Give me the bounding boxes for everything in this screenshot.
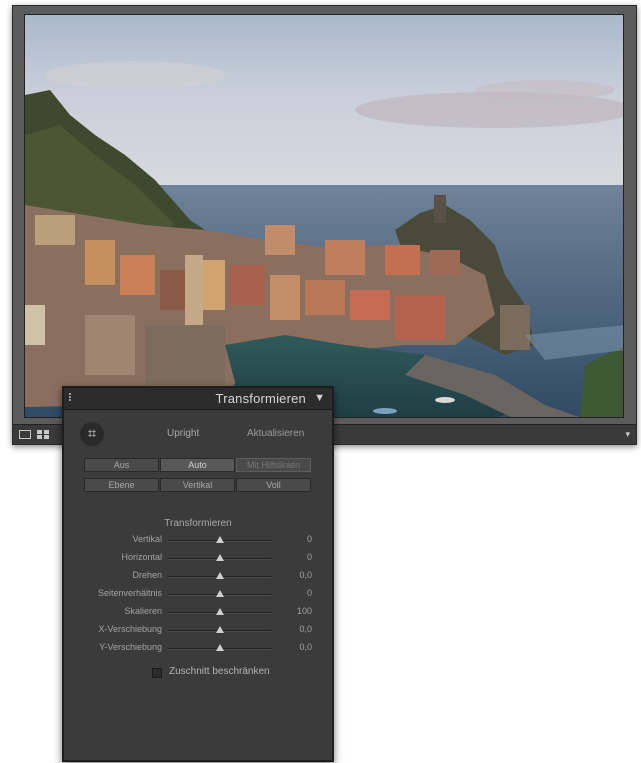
upright-full-button[interactable]: Voll [236,478,311,492]
slider-value[interactable]: 0,0 [299,624,312,634]
slider-thumb[interactable] [215,536,224,543]
slider-value[interactable]: 100 [297,606,312,616]
slider-row: Y-Verschiebung 0,0 [64,642,332,656]
slider-track[interactable] [168,608,271,615]
constrain-crop-checkbox[interactable] [152,668,162,678]
slider-row: X-Verschiebung 0,0 [64,624,332,638]
slider-track[interactable] [168,590,271,597]
upright-guided-tool-icon[interactable]: ⌗ [80,422,104,446]
panel-header[interactable]: Transformieren ▼ [64,388,332,410]
constrain-crop-label: Zuschnitt beschränken [169,666,270,677]
slider-thumb[interactable] [215,608,224,615]
upright-guided-button[interactable]: Mit Hilfslinien [236,458,311,472]
loupe-view-icon[interactable] [19,430,31,439]
slider-value[interactable]: 0,0 [299,570,312,580]
panel-grip-icon[interactable] [69,393,74,401]
slider-label: X-Verschiebung [98,624,162,634]
slider-thumb[interactable] [215,554,224,561]
slider-label: Vertikal [132,534,162,544]
slider-row: Seitenverhältnis 0 [64,588,332,602]
slider-label: Y-Verschiebung [99,642,162,652]
transform-section-title: Transformieren [164,518,232,529]
grid-view-icon[interactable] [37,430,49,439]
slider-row: Skalieren 100 [64,606,332,620]
slider-row: Drehen 0,0 [64,570,332,584]
upright-auto-button[interactable]: Auto [160,458,235,472]
toolbar-menu-icon[interactable]: ▾ [625,429,630,440]
panel-title: Transformieren [215,391,306,406]
upright-vertical-button[interactable]: Vertikal [160,478,235,492]
transform-panel: Transformieren ▼ ⌗ Upright Aktualisieren… [62,386,334,762]
slider-label: Drehen [132,570,162,580]
slider-track[interactable] [168,554,271,561]
collapse-triangle-icon[interactable]: ▼ [314,392,325,404]
slider-track[interactable] [168,572,271,579]
slider-label: Seitenverhältnis [97,588,162,598]
slider-label: Skalieren [124,606,162,616]
upright-label: Upright [167,428,200,439]
slider-label: Horizontal [121,552,162,562]
slider-value[interactable]: 0 [307,534,312,544]
slider-value[interactable]: 0,0 [299,642,312,652]
photo-preview[interactable] [24,14,624,418]
slider-thumb[interactable] [215,572,224,579]
slider-row: Horizontal 0 [64,552,332,566]
slider-track[interactable] [168,536,271,543]
refresh-button[interactable]: Aktualisieren [247,428,304,439]
upright-off-button[interactable]: Aus [84,458,159,472]
photo-image [25,15,623,417]
slider-thumb[interactable] [215,626,224,633]
slider-value[interactable]: 0 [307,588,312,598]
slider-thumb[interactable] [215,590,224,597]
slider-track[interactable] [168,626,271,633]
slider-value[interactable]: 0 [307,552,312,562]
slider-row: Vertikal 0 [64,534,332,548]
upright-level-button[interactable]: Ebene [84,478,159,492]
lightroom-window: ▾ [12,5,637,445]
slider-thumb[interactable] [215,644,224,651]
slider-track[interactable] [168,644,271,651]
